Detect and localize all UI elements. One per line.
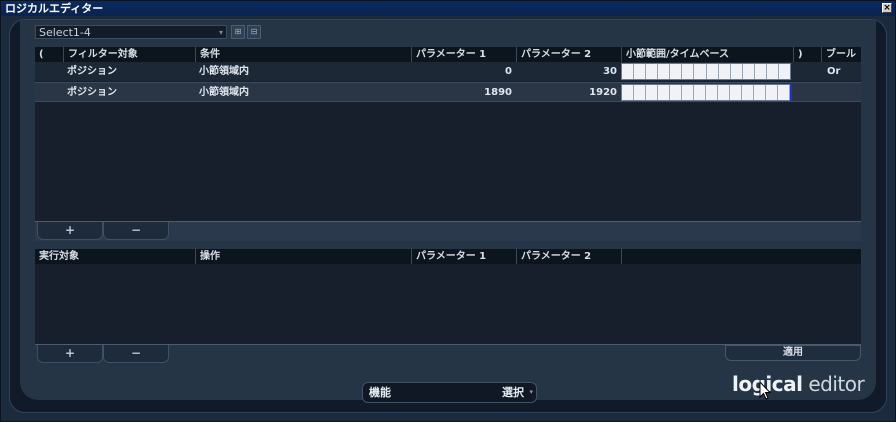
bar-range-timeline[interactable] (621, 84, 792, 101)
col-bar-range: 小節範囲/タイムベース (621, 47, 793, 62)
col-operation: 操作 (195, 249, 411, 264)
bar-range-timeline[interactable] (621, 63, 791, 80)
preset-select[interactable]: Select1-4 ▾ (35, 25, 227, 39)
col-action-target: 実行対象 (39, 251, 79, 262)
window-title: ロジカルエディター (5, 2, 104, 15)
col-bool: ブール (821, 47, 861, 62)
add-action-button[interactable]: + (37, 345, 103, 363)
remove-filter-button[interactable]: − (103, 222, 169, 240)
mouse-pointer-icon (759, 381, 771, 400)
preset-name: Select1-4 (39, 26, 91, 39)
cell-param1[interactable]: 1890 (411, 83, 516, 102)
col-action-param2: パラメーター 2 (516, 249, 621, 264)
store-preset-button[interactable]: ⊞ (231, 25, 245, 39)
action-table: 実行対象 操作 パラメーター 1 パラメーター 2 (35, 249, 861, 344)
function-value: 選択 (502, 386, 524, 399)
function-label: 機能 (369, 386, 391, 399)
table-row[interactable]: ポジション 小節領域内 1890 1920 (35, 82, 861, 102)
title-bar[interactable]: ロジカルエディター × (1, 1, 895, 16)
col-condition: 条件 (195, 47, 411, 62)
cell-target[interactable]: ポジション (67, 83, 117, 102)
col-action-empty (621, 249, 861, 264)
cell-condition[interactable]: 小節領域内 (199, 83, 249, 102)
filter-button-bar: + − (35, 221, 861, 241)
cell-param2[interactable]: 1920 (516, 83, 621, 102)
action-header: 実行対象 操作 パラメーター 1 パラメーター 2 (35, 249, 861, 264)
cell-param2[interactable]: 30 (516, 62, 621, 81)
close-button[interactable]: × (882, 3, 892, 13)
table-row[interactable]: ポジション 小節領域内 0 30 Or (35, 62, 861, 81)
add-filter-button[interactable]: + (37, 222, 103, 240)
filter-header: ( フィルター対象 条件 パラメーター 1 パラメーター 2 小節範囲/タイムベ… (35, 47, 861, 62)
apply-button[interactable]: 適用 (725, 345, 861, 361)
col-param2: パラメーター 2 (516, 47, 621, 62)
cell-condition[interactable]: 小節領域内 (199, 62, 249, 81)
col-filter-target: フィルター対象 (63, 47, 195, 62)
cell-bool[interactable]: Or (827, 62, 840, 81)
logical-editor-window: ロジカルエディター × Select1-4 ▾ ⊞ ⊟ ( フィルター対象 条件… (0, 0, 896, 422)
col-param1: パラメーター 1 (411, 47, 516, 62)
col-close-paren: ) (793, 47, 821, 62)
logical-editor-logo: logical editor (732, 371, 865, 397)
remove-action-button[interactable]: − (103, 345, 169, 363)
chevron-down-icon: ▾ (218, 28, 223, 37)
function-select[interactable]: 機能 選択 ▾ (362, 382, 537, 403)
col-action-param1: パラメーター 1 (411, 249, 516, 264)
store-icon: ⊞ (234, 27, 242, 36)
cell-target[interactable]: ポジション (67, 62, 117, 81)
filter-table: ( フィルター対象 条件 パラメーター 1 パラメーター 2 小節範囲/タイムベ… (35, 47, 861, 221)
cell-param1[interactable]: 0 (411, 62, 516, 81)
col-open-paren: ( (39, 49, 44, 60)
logo-light: editor (802, 372, 865, 396)
remove-preset-icon: ⊟ (250, 27, 258, 36)
range-cursor (790, 84, 792, 101)
chevron-down-icon: ▾ (529, 388, 533, 396)
remove-preset-button[interactable]: ⊟ (247, 25, 261, 39)
